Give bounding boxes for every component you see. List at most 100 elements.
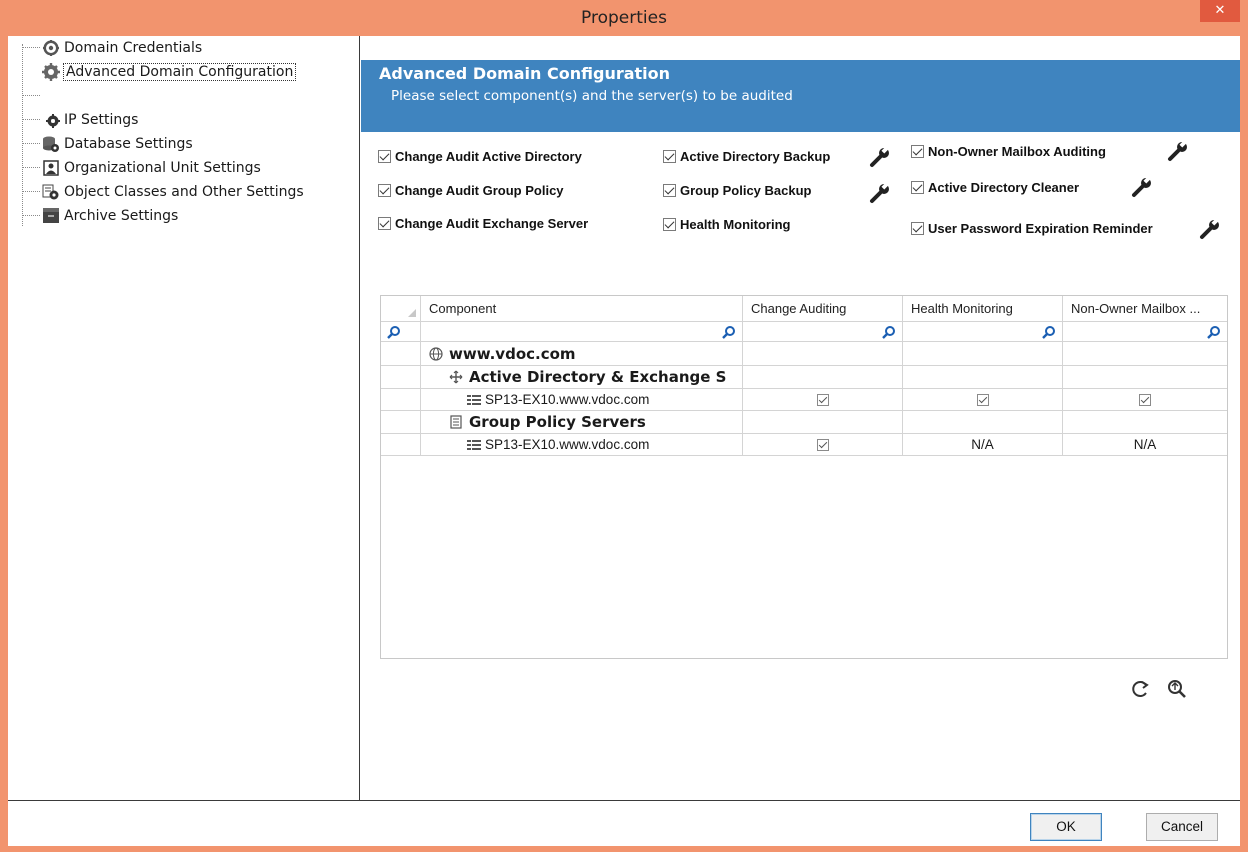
search-icon[interactable]: [722, 325, 736, 339]
window-title: Properties: [581, 8, 667, 28]
column-header-non-owner-mailbox[interactable]: Non-Owner Mailbox ...: [1063, 296, 1227, 322]
checkbox-health-monitoring[interactable]: Health Monitoring: [663, 217, 791, 232]
grid-row-server[interactable]: SP13-EX10.www.vdoc.com: [421, 389, 743, 411]
grid-row-gp-group[interactable]: Group Policy Servers: [421, 411, 743, 434]
checkbox-change-audit-gp[interactable]: Change Audit Group Policy: [378, 183, 564, 198]
banner-title: Advanced Domain Configuration: [379, 64, 671, 83]
checkbox-label: Change Audit Active Directory: [395, 149, 582, 164]
wrench-icon[interactable]: [869, 182, 891, 204]
checkbox-box[interactable]: [663, 150, 676, 163]
grid-checkbox[interactable]: [816, 393, 829, 406]
grid-cell-change-auditing[interactable]: [743, 389, 903, 411]
checkbox-box[interactable]: [663, 218, 676, 231]
search-icon[interactable]: [882, 325, 896, 339]
grid-cell: [1063, 366, 1227, 389]
cancel-button[interactable]: Cancel: [1146, 813, 1218, 841]
search-icon[interactable]: [1042, 325, 1056, 339]
ok-button[interactable]: OK: [1030, 813, 1102, 841]
tree-item-object-classes[interactable]: Object Classes and Other Settings: [42, 180, 304, 204]
grid-checkbox[interactable]: [816, 438, 829, 451]
wrench-icon[interactable]: [1167, 140, 1189, 162]
checkbox-box[interactable]: [378, 150, 391, 163]
checkbox-label: User Password Expiration Reminder: [928, 221, 1153, 236]
checkbox-password-reminder[interactable]: User Password Expiration Reminder: [911, 221, 1153, 236]
tree-item-domain-credentials[interactable]: Domain Credentials: [42, 36, 202, 60]
checkbox-box[interactable]: [911, 145, 924, 158]
checkbox-ad-cleaner[interactable]: Active Directory Cleaner: [911, 180, 1079, 195]
checkbox-label: Active Directory Backup: [680, 149, 831, 164]
grid-cell-non-owner-mailbox: N/A: [1063, 434, 1227, 456]
row-header[interactable]: [381, 411, 421, 434]
globe-icon: [429, 346, 443, 361]
grid-checkbox[interactable]: [1139, 393, 1151, 406]
tree-item-database-settings[interactable]: Database Settings: [42, 132, 193, 156]
tree-connector: [22, 167, 40, 168]
wrench-icon[interactable]: [1131, 176, 1153, 198]
grid-corner[interactable]: [381, 296, 421, 322]
title-bar[interactable]: Properties ✕: [0, 0, 1248, 36]
tree-item-organizational-unit-settings[interactable]: Organizational Unit Settings: [42, 156, 261, 180]
tree-item-label: Domain Credentials: [64, 40, 203, 56]
row-header[interactable]: [381, 366, 421, 389]
wrench-icon[interactable]: [869, 146, 891, 168]
tree-item-advanced-domain-configuration[interactable]: Advanced Domain Configuration: [42, 60, 297, 84]
checkbox-box[interactable]: [663, 184, 676, 197]
refresh-icon[interactable]: [1129, 678, 1151, 700]
column-header-health-monitoring[interactable]: Health Monitoring: [903, 296, 1063, 322]
grid-cell: [743, 411, 903, 434]
filter-cell-change-auditing[interactable]: [743, 322, 903, 342]
filter-cell-component[interactable]: [421, 322, 743, 342]
grid-cell: [743, 366, 903, 389]
checkbox-gp-backup[interactable]: Group Policy Backup: [663, 183, 811, 198]
checkbox-label: Change Audit Exchange Server: [395, 216, 589, 231]
grid-cell-non-owner-mailbox[interactable]: [1063, 389, 1227, 411]
banner-subtitle: Please select component(s) and the serve…: [391, 88, 793, 104]
tree-item-ip-settings[interactable]: IP Settings: [42, 108, 138, 132]
checkbox-change-audit-ad[interactable]: Change Audit Active Directory: [378, 149, 582, 164]
wrench-icon[interactable]: [1199, 218, 1221, 240]
zoom-search-icon[interactable]: [1166, 678, 1188, 700]
database-gear-icon: [42, 135, 60, 153]
row-header[interactable]: [381, 389, 421, 411]
close-button[interactable]: ✕: [1200, 0, 1240, 22]
grid-cell-health-monitoring[interactable]: [903, 389, 1063, 411]
settings-tree: Domain Credentials Advanced Domain Confi…: [20, 36, 360, 802]
grid-row-server[interactable]: SP13-EX10.www.vdoc.com: [421, 434, 743, 456]
checkbox-box[interactable]: [378, 184, 391, 197]
tree-item-archive-settings[interactable]: Archive Settings: [42, 204, 178, 228]
search-icon[interactable]: [1207, 325, 1221, 339]
grid-cell-change-auditing[interactable]: [743, 434, 903, 456]
row-label: Group Policy Servers: [469, 413, 646, 431]
client-area: Domain Credentials Advanced Domain Confi…: [8, 36, 1240, 846]
checkbox-box[interactable]: [911, 181, 924, 194]
checkbox-non-owner-mailbox[interactable]: Non-Owner Mailbox Auditing: [911, 144, 1106, 159]
configuration-panel: Advanced Domain Configuration Please sel…: [361, 36, 1240, 802]
tree-connector: [22, 47, 40, 48]
column-header-component[interactable]: Component: [421, 296, 743, 322]
ad-icon: [449, 370, 463, 384]
filter-cell-health-monitoring[interactable]: [903, 322, 1063, 342]
grid-row-ad-exchange-group[interactable]: Active Directory & Exchange S: [421, 366, 743, 389]
server-icon: [467, 394, 481, 405]
checkbox-ad-backup[interactable]: Active Directory Backup: [663, 149, 830, 164]
grid-cell: [903, 411, 1063, 434]
grid-checkbox[interactable]: [976, 393, 989, 406]
checkbox-box[interactable]: [911, 222, 924, 235]
checkbox-label: Change Audit Group Policy: [395, 183, 564, 198]
checkbox-change-audit-exchange[interactable]: Change Audit Exchange Server: [378, 216, 588, 231]
column-header-change-auditing[interactable]: Change Auditing: [743, 296, 903, 322]
gear-small-icon: [42, 111, 60, 129]
grid-cell: [1063, 411, 1227, 434]
archive-icon: [42, 207, 60, 225]
row-header[interactable]: [381, 342, 421, 366]
grid-row-domain[interactable]: www.vdoc.com: [421, 342, 743, 366]
filter-cell-non-owner-mailbox[interactable]: [1063, 322, 1227, 342]
tree-connector: [22, 191, 40, 192]
tree-item-label: Database Settings: [64, 136, 193, 152]
checkbox-label: Non-Owner Mailbox Auditing: [928, 144, 1106, 159]
grid-cell: [903, 366, 1063, 389]
row-header[interactable]: [381, 434, 421, 456]
search-icon[interactable]: [387, 325, 401, 339]
tree-item-label: Archive Settings: [64, 208, 179, 224]
checkbox-box[interactable]: [378, 217, 391, 230]
